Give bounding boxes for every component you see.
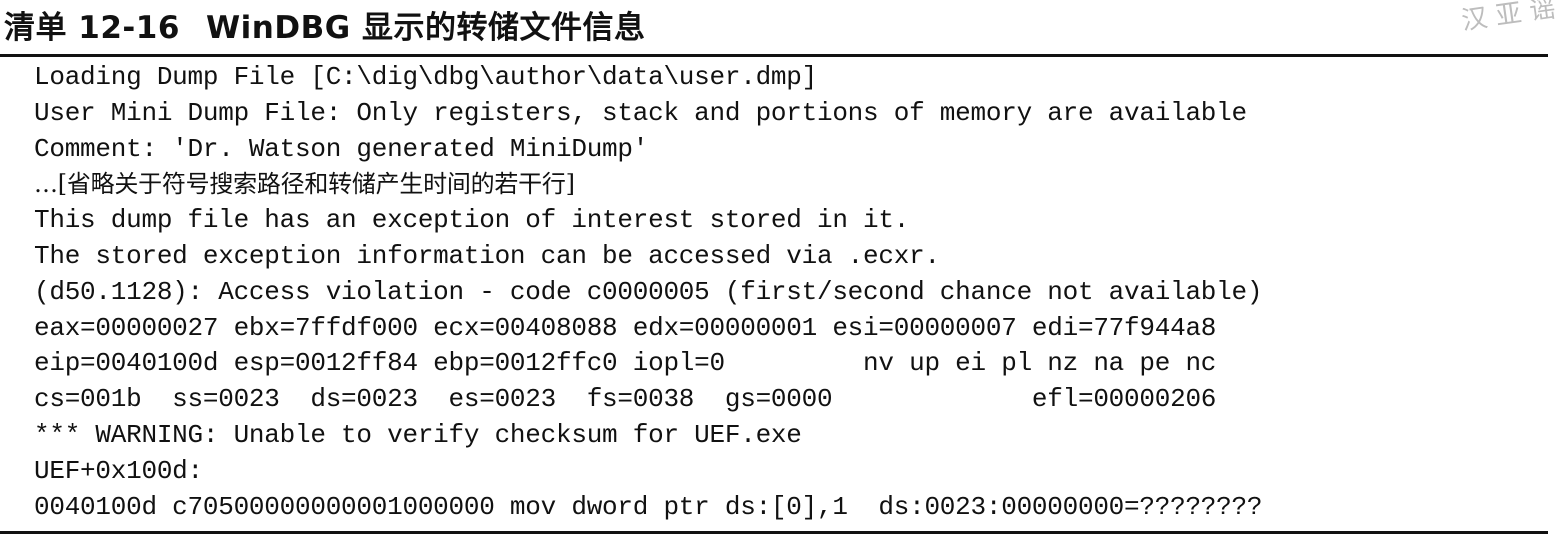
listing-title: 清单 12-16 WinDBG 显示的转储文件信息 <box>4 6 645 50</box>
listing-caption: WinDBG 显示的转储文件信息 <box>205 10 646 46</box>
top-rule <box>0 54 1548 57</box>
code-line-ecxr: The stored exception information can be … <box>34 240 940 271</box>
code-line-access-violation: (d50.1128): Access violation - code c000… <box>34 276 1263 307</box>
code-line-checksum-warning: *** WARNING: Unable to verify checksum f… <box>34 419 802 450</box>
bottom-rule <box>0 531 1548 534</box>
code-line-segment-registers: cs=001b ss=0023 ds=0023 es=0023 fs=0038 … <box>34 384 1217 415</box>
code-line-instruction: 0040100d c70500000000001000000 mov dword… <box>34 491 1263 522</box>
code-line-exception-stored: This dump file has an exception of inter… <box>34 205 910 236</box>
code-line-mini-dump: User Mini Dump File: Only registers, sta… <box>34 97 1247 128</box>
watermark: 汉 亚 谣 <box>1460 0 1558 37</box>
code-line-comment: Comment: 'Dr. Watson generated MiniDump' <box>34 133 649 164</box>
code-line-loading-dump: Loading Dump File [C:\dig\dbg\author\dat… <box>34 62 817 92</box>
code-line-omitted-note: …[省略关于符号搜索路径和转储产生时间的若干行] <box>34 170 575 199</box>
code-listing: Loading Dump File [C:\dig\dbg\author\dat… <box>34 60 1534 525</box>
listing-number: 清单 12-16 <box>4 10 180 46</box>
code-line-registers-2: eip=0040100d esp=0012ff84 ebp=0012ffc0 i… <box>34 348 1217 379</box>
code-line-symbol: UEF+0x100d: <box>34 455 203 486</box>
code-line-registers-1: eax=00000027 ebx=7ffdf000 ecx=00408088 e… <box>34 312 1217 343</box>
